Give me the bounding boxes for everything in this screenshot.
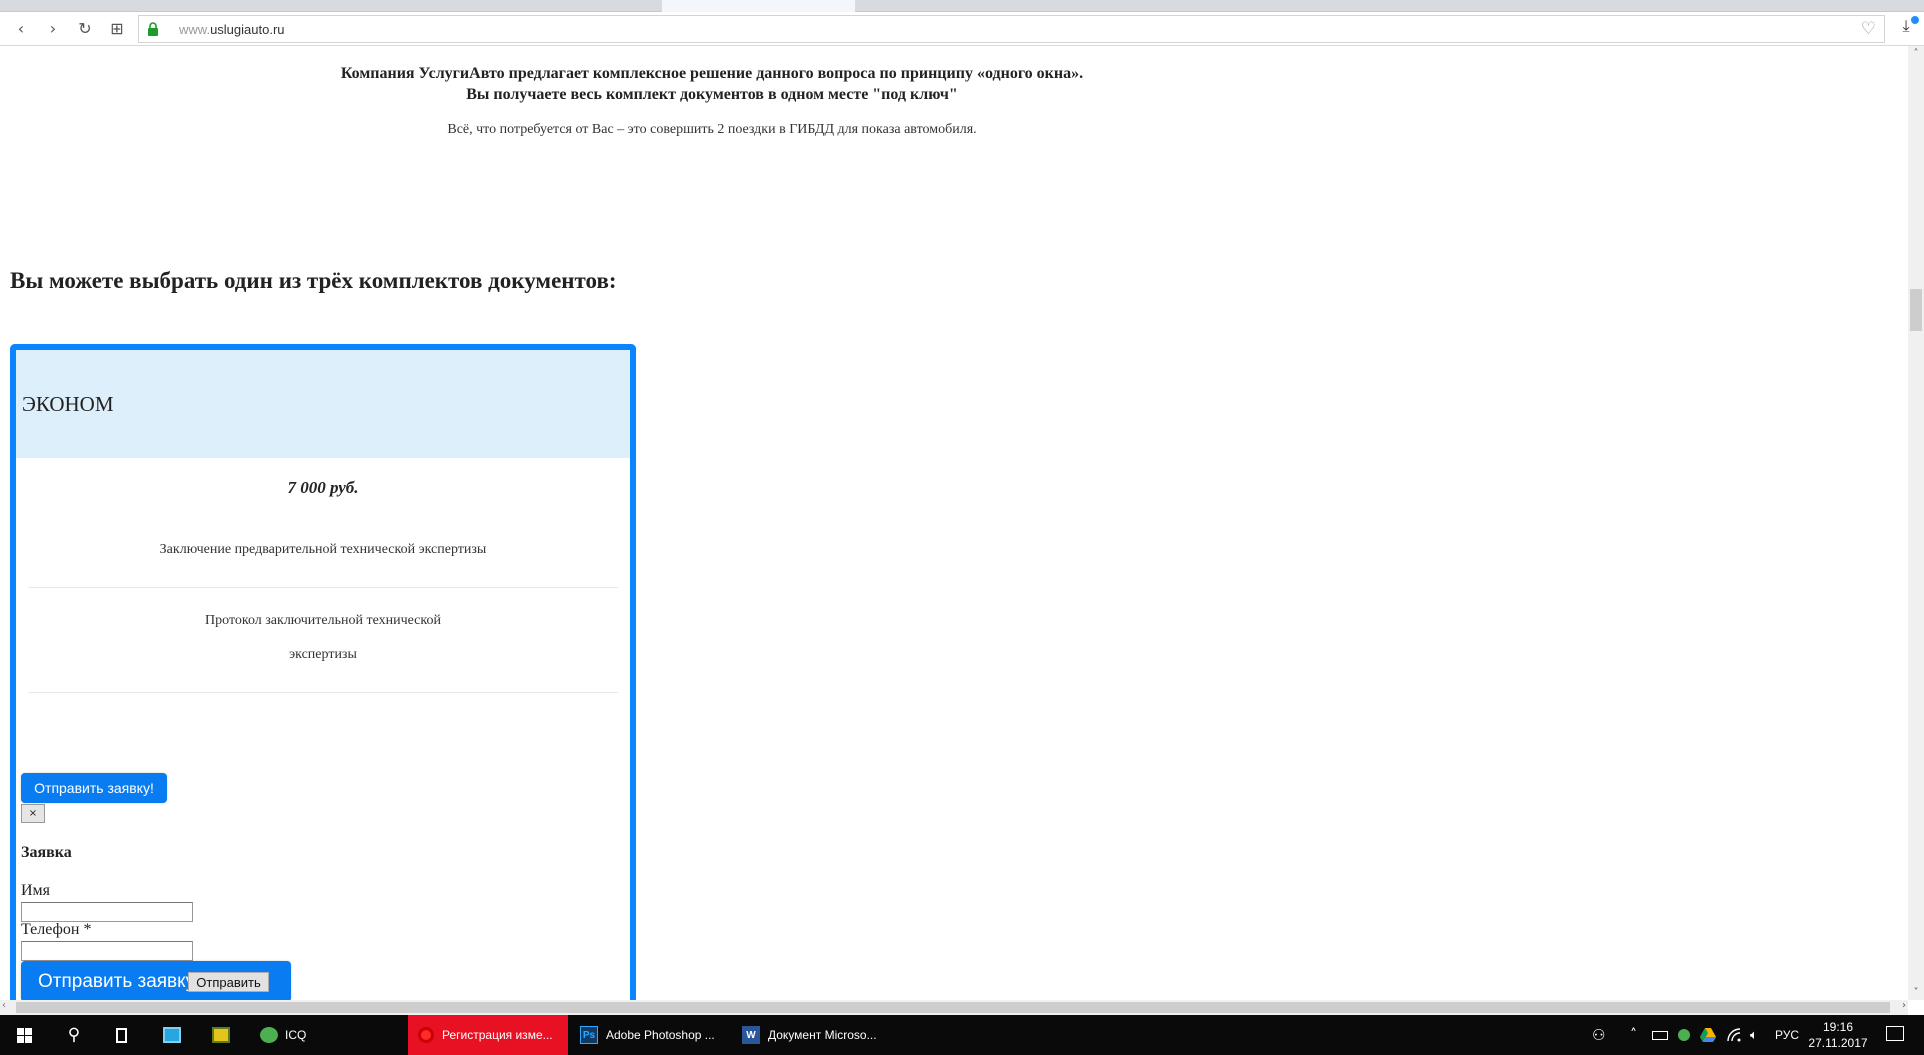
task-label: Регистрация изме... xyxy=(442,1028,553,1042)
file-manager-app-icon[interactable] xyxy=(212,1027,230,1043)
reload-icon[interactable]: ↻ xyxy=(74,17,96,39)
vertical-scrollbar[interactable]: ˄ ˅ xyxy=(1908,46,1924,1000)
intro-subtext: Всё, что потребуется от Вас – это соверш… xyxy=(447,122,977,137)
scroll-left-icon[interactable]: ‹ xyxy=(2,1000,6,1011)
active-tab[interactable] xyxy=(662,0,855,12)
feature-item: Заключение предварительной технической э… xyxy=(159,542,487,557)
vertical-scroll-thumb[interactable] xyxy=(1910,289,1922,331)
address-bar[interactable]: www.uslugiauto.ru ♡ xyxy=(138,15,1885,43)
speed-dial-icon[interactable]: ⊞ xyxy=(106,17,128,39)
lock-icon xyxy=(148,22,158,36)
word-icon: W xyxy=(742,1026,760,1044)
feature-item: Протокол заключительной технической xyxy=(205,613,441,628)
divider xyxy=(28,692,618,693)
action-center-icon[interactable] xyxy=(1886,1026,1904,1041)
form-title: Заявка xyxy=(21,844,72,861)
opera-icon xyxy=(418,1027,434,1043)
language-indicator[interactable]: РУС xyxy=(1775,1015,1799,1055)
task-label: Adobe Photoshop ... xyxy=(606,1028,715,1042)
icq-icon[interactable] xyxy=(260,1027,278,1043)
feature-item-continued: экспертизы xyxy=(289,647,357,662)
intro-heading-line-2: Вы получаете весь комплект документов в … xyxy=(466,86,958,103)
battery-icon[interactable] xyxy=(1652,1015,1668,1055)
horizontal-scrollbar[interactable]: ‹ › xyxy=(0,1000,1908,1015)
search-icon[interactable]: ⚲ xyxy=(62,1015,86,1055)
task-word[interactable]: W Документ Microso... xyxy=(732,1015,892,1055)
store-app-icon[interactable] xyxy=(163,1027,181,1043)
send-button[interactable]: Отправить xyxy=(188,972,269,992)
url-text[interactable]: www.uslugiauto.ru xyxy=(179,22,285,37)
scroll-down-icon[interactable]: ˅ xyxy=(1908,987,1924,998)
back-icon[interactable]: ‹ xyxy=(10,17,32,39)
task-view-icon[interactable] xyxy=(108,1015,134,1055)
icq-label[interactable]: ICQ xyxy=(285,1028,306,1042)
intro-heading-line-1: Компания УслугиАвто предлагает комплексн… xyxy=(340,65,1084,82)
phone-label: Телефон * xyxy=(21,921,92,938)
tab-strip xyxy=(0,0,1924,12)
phone-input[interactable] xyxy=(21,941,193,961)
google-drive-icon[interactable] xyxy=(1700,1015,1716,1055)
url-prefix: www. xyxy=(179,22,211,37)
card-header: ЭКОНОМ xyxy=(16,350,630,458)
name-input[interactable] xyxy=(21,902,193,922)
heart-icon[interactable]: ♡ xyxy=(1861,19,1876,39)
name-label: Имя xyxy=(21,882,51,899)
card-price: 7 000 руб. xyxy=(287,478,359,497)
download-icon[interactable]: ⤓ xyxy=(1893,16,1919,42)
volume-icon[interactable]: 🔈︎ xyxy=(1750,1015,1758,1055)
section-title: Вы можете выбрать один из трёх комплекто… xyxy=(10,268,617,293)
download-badge xyxy=(1911,16,1919,24)
windows-start-icon[interactable] xyxy=(12,1015,36,1055)
card-title: ЭКОНОМ xyxy=(22,392,114,416)
wifi-icon[interactable] xyxy=(1726,1015,1742,1055)
browser-toolbar: ‹ › ↻ ⊞ www.uslugiauto.ru ♡ ⤓ xyxy=(0,12,1924,46)
horizontal-scroll-thumb[interactable] xyxy=(16,1002,1890,1013)
clock[interactable]: 19:16 27.11.2017 xyxy=(1808,1019,1868,1051)
scroll-up-icon[interactable]: ˄ xyxy=(1908,48,1924,59)
photoshop-icon: Ps xyxy=(580,1026,598,1044)
clock-date: 27.11.2017 xyxy=(1808,1036,1868,1050)
download-glyph: ⤓ xyxy=(1902,16,1910,35)
people-icon[interactable]: ⚇ xyxy=(1592,1015,1605,1055)
task-photoshop[interactable]: Ps Adobe Photoshop ... xyxy=(570,1015,730,1055)
icq-tray-icon[interactable] xyxy=(1678,1015,1690,1055)
divider xyxy=(28,587,618,588)
clock-time: 19:16 xyxy=(1822,1020,1854,1034)
task-label: Документ Microso... xyxy=(768,1028,877,1042)
order-button[interactable]: Отправить заявку! xyxy=(21,773,167,803)
forward-icon[interactable]: › xyxy=(42,17,64,39)
chevron-up-icon[interactable]: ˄ xyxy=(1630,1015,1637,1055)
url-domain: uslugiauto.ru xyxy=(210,22,285,37)
scroll-right-icon[interactable]: › xyxy=(1902,1000,1906,1011)
page-viewport: Компания УслугиАвто предлагает комплексн… xyxy=(0,46,1908,1000)
windows-taskbar: ⚲ ICQ Регистрация изме... Ps Adobe Photo… xyxy=(0,1015,1924,1055)
pricing-card-econom: ЭКОНОМ 7 000 руб. Заключение предварител… xyxy=(10,344,636,1000)
close-button[interactable]: × xyxy=(21,804,45,823)
task-opera[interactable]: Регистрация изме... xyxy=(408,1015,568,1055)
